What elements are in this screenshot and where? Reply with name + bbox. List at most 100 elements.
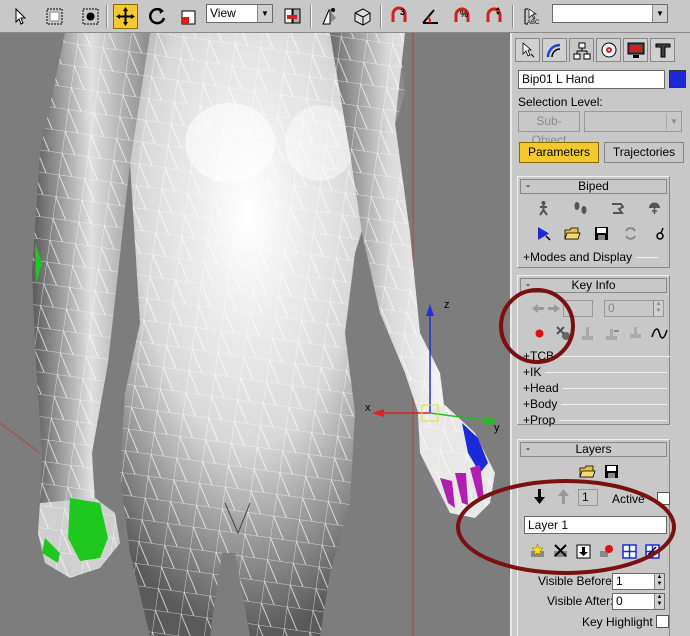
toolbar-separator (512, 5, 514, 28)
convert-icon[interactable] (619, 223, 641, 244)
delete-key-icon[interactable] (552, 323, 574, 344)
playback-icon[interactable] (532, 223, 554, 244)
motion-flow-icon[interactable] (606, 198, 628, 219)
visible-before-spinner[interactable]: 1 ▲ ▼ (612, 573, 665, 590)
active-checkbox[interactable] (657, 492, 670, 505)
scale-icon[interactable] (177, 4, 202, 29)
head-link[interactable]: +Head (523, 381, 667, 395)
trajectories-button[interactable]: Trajectories (604, 142, 684, 163)
tcb-link[interactable]: +TCB (523, 349, 671, 363)
spinner-arrows-icon: ▲ ▼ (654, 594, 664, 609)
chevron-down-icon: ▼ (666, 113, 681, 130)
set-sliding-icon[interactable] (600, 323, 622, 344)
set-planted-icon[interactable] (576, 323, 598, 344)
chevron-down-icon: ▼ (257, 5, 272, 22)
region-select-icon[interactable] (42, 4, 67, 29)
set-key-icon[interactable] (528, 323, 550, 344)
key-info-rollout-header[interactable]: - Key Info (520, 278, 667, 293)
layer-number-value: 1 (582, 490, 589, 504)
modes-and-display-label: +Modes and Display (523, 250, 633, 264)
key-time-value: 0 (608, 301, 615, 315)
spinner-snap-icon[interactable] (482, 4, 507, 29)
reference-coordinate-dropdown[interactable]: View ▼ (206, 4, 273, 23)
body-label: +Body (523, 397, 558, 411)
align-icon[interactable] (350, 4, 375, 29)
percent-snap-icon[interactable]: % (450, 4, 475, 29)
create-icon[interactable] (515, 38, 540, 62)
retarget-body-icon[interactable] (641, 541, 663, 562)
hierarchy-icon[interactable] (569, 38, 594, 62)
object-color-swatch[interactable] (669, 70, 686, 88)
save-layer-icon[interactable] (600, 461, 622, 482)
trajectory-curve-icon[interactable] (648, 323, 670, 344)
angle-snap-icon[interactable] (418, 4, 443, 29)
spinner-arrows-icon: ▲ ▼ (654, 574, 664, 589)
key-info-rollout-title: Key Info (571, 278, 616, 292)
rollout-divider (561, 403, 668, 405)
toolbar-separator (310, 5, 312, 28)
key-highlight-checkbox[interactable] (656, 615, 669, 628)
rollout-divider (562, 387, 667, 389)
load-file-icon[interactable] (561, 223, 583, 244)
command-panel: Bip01 L Hand Selection Level: Sub-Object… (510, 33, 690, 636)
visible-after-spinner[interactable]: 0 ▲ ▼ (612, 593, 665, 610)
move-icon[interactable] (113, 4, 138, 29)
sub-object-button[interactable]: Sub-Object (518, 111, 580, 147)
motion-icon[interactable] (596, 38, 621, 62)
sub-object-dropdown[interactable]: ▼ (584, 111, 682, 132)
biped-rollout-header[interactable]: - Biped (520, 179, 667, 194)
parameters-button[interactable]: Parameters (519, 142, 599, 163)
move-all-icon[interactable] (648, 223, 670, 244)
mirror-icon[interactable] (317, 4, 342, 29)
collapse-layer-icon[interactable] (572, 541, 594, 562)
next-key-icon[interactable] (542, 298, 564, 319)
window-crossing-icon[interactable] (78, 4, 103, 29)
set-free-icon[interactable] (624, 323, 646, 344)
create-layer-icon[interactable] (526, 541, 548, 562)
rotate-icon[interactable] (145, 4, 170, 29)
prop-label: +Prop (523, 413, 556, 427)
snaps-3d-icon[interactable]: 3 (387, 4, 412, 29)
key-number-field[interactable] (563, 300, 593, 317)
prop-link[interactable]: +Prop (523, 413, 668, 427)
object-name-field[interactable]: Bip01 L Hand (518, 70, 665, 89)
perspective-viewport[interactable]: z x y (0, 33, 510, 636)
load-layer-icon[interactable] (576, 461, 598, 482)
visible-after-label: Visible After: (547, 594, 614, 608)
footstep-mode-icon[interactable] (569, 198, 591, 219)
visible-after-value: 0 (616, 594, 623, 608)
save-file-icon[interactable] (590, 223, 612, 244)
next-layer-icon[interactable] (552, 486, 574, 507)
select-icon[interactable] (9, 4, 34, 29)
edit-named-selection-icon[interactable]: ABC (519, 4, 544, 29)
modes-and-display-link[interactable]: +Modes and Display (523, 250, 659, 264)
mixer-mode-icon[interactable] (643, 198, 665, 219)
view-dropdown-value: View (210, 6, 236, 20)
delete-layer-icon[interactable] (549, 541, 571, 562)
figure-mode-icon[interactable] (532, 198, 554, 219)
command-panel-tabs (512, 36, 690, 63)
key-time-spinner[interactable]: 0 ▲ ▼ (604, 300, 664, 317)
snap-set-key-icon[interactable] (595, 541, 617, 562)
modify-icon[interactable] (542, 38, 567, 62)
utilities-icon[interactable] (650, 38, 675, 62)
collapse-icon: - (526, 441, 530, 455)
biped-rollout-title: Biped (578, 179, 609, 193)
ik-link[interactable]: +IK (523, 365, 668, 379)
use-center-icon[interactable] (280, 4, 305, 29)
layers-rollout-header[interactable]: - Layers (520, 442, 667, 457)
previous-layer-icon[interactable] (528, 486, 550, 507)
biped-rollout: - Biped +Modes and Display (517, 176, 670, 268)
svg-text:3: 3 (400, 7, 405, 17)
rollout-divider (558, 355, 671, 357)
key-info-rollout: - Key Info 0 ▲ ▼ +TCB +IK +Head +Body +P… (517, 275, 671, 427)
layer-name-value: Layer 1 (528, 518, 569, 532)
retarget-icon[interactable] (618, 541, 640, 562)
display-icon[interactable] (623, 38, 648, 62)
selection-level-label: Selection Level: (518, 95, 603, 109)
layer-name-field[interactable]: Layer 1 (524, 516, 667, 534)
layer-number-field[interactable]: 1 (578, 489, 598, 506)
named-selection-dropdown[interactable]: ▼ (552, 4, 668, 23)
body-link[interactable]: +Body (523, 397, 668, 411)
main-toolbar: View ▼ 3 % ABC ▼ (0, 0, 690, 33)
